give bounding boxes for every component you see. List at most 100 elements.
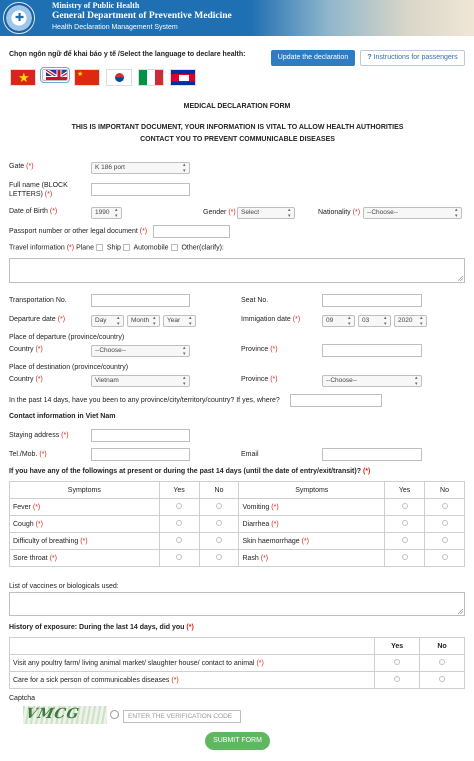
vaccines-textarea[interactable]: [9, 592, 465, 616]
skin-yes-radio[interactable]: [401, 537, 408, 543]
fever-no-radio[interactable]: [216, 503, 222, 509]
dep-country-label: Country (*): [9, 346, 43, 353]
animal-no-radio[interactable]: [439, 659, 446, 665]
exposure-item-animal: Visit any poultry farm/ living animal ma…: [8, 654, 376, 672]
seat-no-input[interactable]: [322, 294, 422, 307]
captcha-input[interactable]: ENTER THE VERIFICATION CODE: [123, 710, 241, 723]
transport-no-label: Transportation No.: [9, 297, 67, 304]
symptom-breathing: Difficulty of breathing (*): [9, 532, 160, 550]
flag-korea-icon[interactable]: [106, 69, 132, 86]
table-row: Cough (*) Diarrhea (*): [9, 515, 465, 533]
diarrhea-no-radio[interactable]: [441, 520, 448, 526]
seat-label: Seat No.: [241, 297, 269, 304]
system-name: Health Declaration Management System: [52, 24, 178, 31]
instructions-label: Instructions for passengers: [373, 54, 458, 61]
vomiting-yes-radio[interactable]: [401, 503, 408, 509]
table-row: Sore throat (*) Rash (*): [9, 549, 465, 567]
dep-province-label: Province (*): [241, 346, 278, 353]
contact-heading: Contact information in Viet Nam: [9, 413, 116, 420]
dep-province-input[interactable]: [322, 344, 422, 357]
transport-no-input[interactable]: [91, 294, 190, 307]
flag-italy-icon[interactable]: [138, 69, 164, 86]
no-header-right: No: [424, 481, 465, 499]
update-declaration-button[interactable]: Update the declaration: [271, 50, 355, 66]
departure-year-select[interactable]: Year: [163, 315, 196, 327]
gate-select[interactable]: K 186 port: [91, 162, 190, 174]
exposure-header-blank: [8, 637, 376, 655]
fullname-label: Full name (BLOCK LETTERS) (*): [9, 182, 68, 198]
staying-address-input[interactable]: [91, 429, 190, 442]
breathing-yes-radio[interactable]: [176, 537, 183, 543]
submit-form-button[interactable]: SUBMIT FORM: [205, 732, 270, 750]
rash-yes-radio[interactable]: [401, 554, 408, 560]
plane-checkbox[interactable]: [95, 244, 103, 251]
past14-input[interactable]: [290, 394, 382, 407]
ship-checkbox[interactable]: [122, 244, 130, 251]
table-row: Difficulty of breathing (*) Skin haemorr…: [9, 532, 465, 550]
vomiting-no-radio[interactable]: [441, 503, 448, 509]
yes-header-right: Yes: [384, 481, 426, 499]
gender-select[interactable]: Select: [237, 207, 295, 219]
immigration-year-select[interactable]: 2020: [394, 315, 427, 327]
sore-throat-no-radio[interactable]: [216, 554, 222, 560]
dest-country-select[interactable]: Vietnam: [91, 375, 190, 387]
dest-province-select[interactable]: --Choose--: [322, 375, 422, 387]
animal-yes-radio[interactable]: [394, 659, 401, 665]
flag-cambodia-icon[interactable]: [170, 69, 196, 86]
symptoms-header-right: Symptoms: [238, 481, 386, 499]
form-title: MEDICAL DECLARATION FORM: [183, 103, 291, 110]
form-notice: THIS IS IMPORTANT DOCUMENT, YOUR INFORMA…: [71, 124, 404, 143]
skin-no-radio[interactable]: [441, 537, 448, 543]
automobile-checkbox[interactable]: [170, 244, 178, 251]
sick-no-radio[interactable]: [439, 676, 446, 682]
flag-vietnam-icon[interactable]: ★: [10, 69, 36, 86]
diarrhea-yes-radio[interactable]: [401, 520, 408, 526]
symptom-vomiting: Vomiting (*): [238, 498, 386, 516]
departure-day-select[interactable]: Day: [91, 315, 124, 327]
table-row: Fever (*) Vomiting (*): [9, 498, 465, 516]
language-prompt: Chọn ngôn ngữ để khai báo y tế /Select t…: [9, 51, 246, 58]
dest-country-label: Country (*): [9, 376, 43, 383]
symptom-fever: Fever (*): [9, 498, 160, 516]
yes-header-left: Yes: [158, 481, 200, 499]
dep-country-select[interactable]: --Choose--: [91, 345, 190, 357]
header-banner-image: [250, 0, 474, 36]
symptom-skin-haemorrhage: Skin haemorrhage (*): [238, 532, 386, 550]
no-header-left: No: [198, 481, 240, 499]
exposure-no-header: No: [419, 637, 465, 655]
sick-yes-radio[interactable]: [394, 676, 401, 682]
cough-no-radio[interactable]: [216, 520, 222, 526]
breathing-no-radio[interactable]: [216, 537, 222, 543]
fullname-input[interactable]: [91, 183, 190, 196]
immigration-day-select[interactable]: 09: [322, 315, 355, 327]
passport-input[interactable]: [153, 225, 230, 238]
symptoms-question: If you have any of the followings at pre…: [9, 468, 371, 475]
symptoms-table: Symptoms Yes No Symptoms Yes No Fever (*…: [9, 481, 465, 567]
dob-label: Date of Birth (*): [9, 208, 58, 215]
dest-province-label: Province (*): [241, 376, 278, 383]
table-row: Visit any poultry farm/ living animal ma…: [8, 654, 465, 672]
departure-month-select[interactable]: Month: [127, 315, 160, 327]
sore-throat-yes-radio[interactable]: [176, 554, 183, 560]
rash-no-radio[interactable]: [441, 554, 448, 560]
staying-address-label: Staying address (*): [9, 432, 69, 439]
instructions-button[interactable]: ? Instructions for passengers: [360, 50, 465, 66]
immigration-month-select[interactable]: 03: [358, 315, 391, 327]
refresh-icon[interactable]: [110, 710, 119, 719]
site-header: ✚ Ministry of Public Health General Depa…: [0, 0, 474, 36]
travel-other-textarea[interactable]: [9, 258, 465, 283]
captcha-image: VMCG: [23, 706, 107, 724]
nationality-select[interactable]: --Choose--: [363, 207, 462, 219]
cough-yes-radio[interactable]: [176, 520, 183, 526]
email-label: Email: [241, 451, 259, 458]
dob-year-select[interactable]: 1990: [91, 207, 122, 219]
symptom-rash: Rash (*): [238, 549, 386, 567]
flag-china-icon[interactable]: ★: [74, 69, 100, 86]
flag-uk-icon[interactable]: [40, 67, 70, 83]
exposure-item-sick-person: Care for a sick person of communicables …: [8, 671, 376, 689]
place-destination-label: Place of destination (province/country): [9, 364, 129, 371]
tel-input[interactable]: [91, 448, 190, 461]
email-input[interactable]: [322, 448, 422, 461]
fever-yes-radio[interactable]: [176, 503, 183, 509]
exposure-yes-header: Yes: [374, 637, 421, 655]
